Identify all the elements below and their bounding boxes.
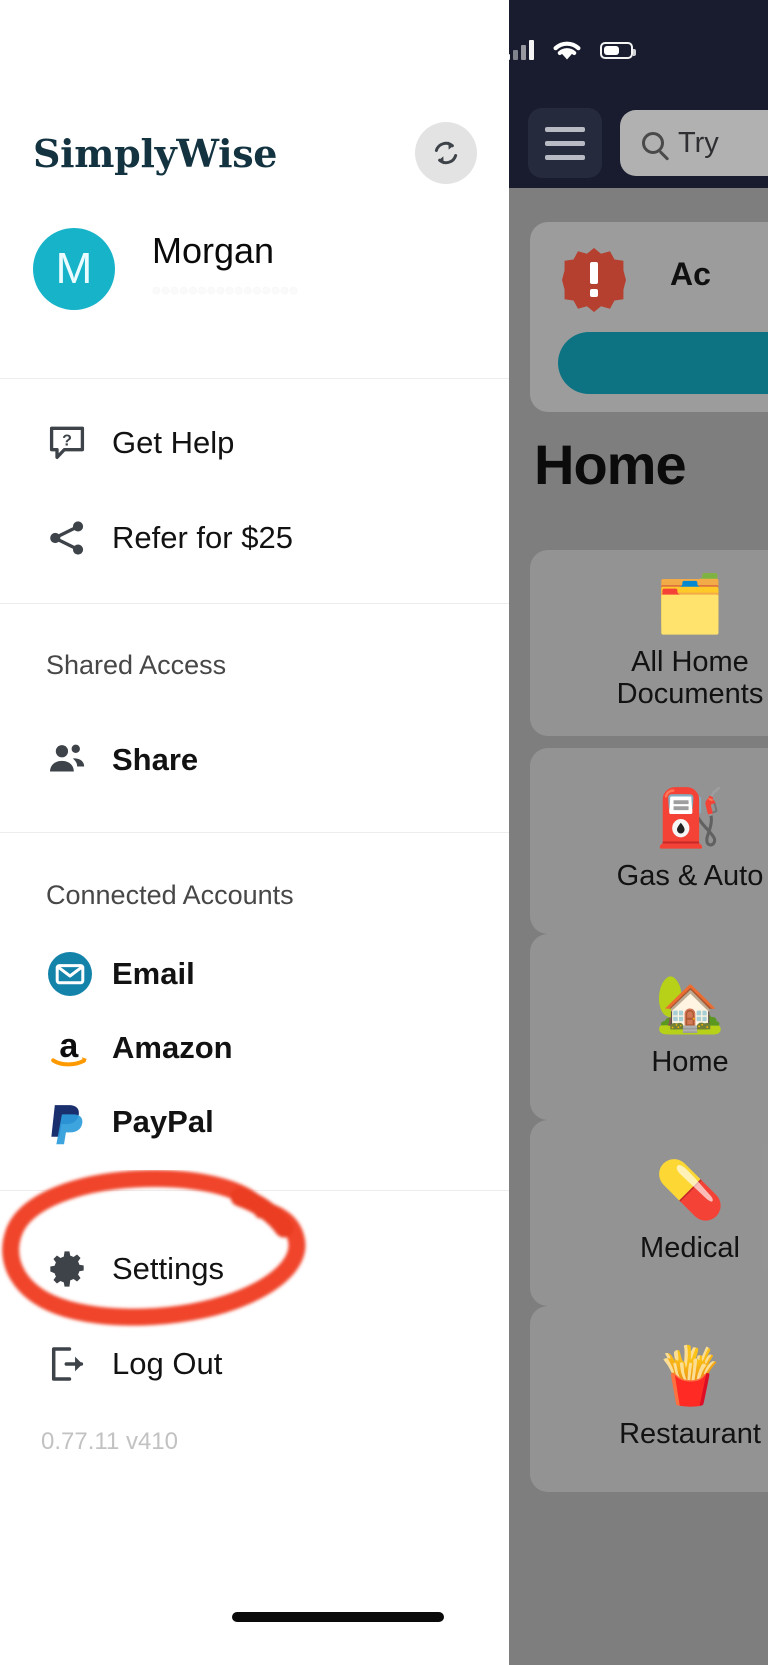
wifi-icon: [550, 37, 584, 63]
menu-label: Get Help: [112, 425, 235, 460]
paypal-logo-icon: [46, 1099, 100, 1145]
pill-bottle-icon: 💊: [655, 1157, 725, 1221]
menu-label: Refer for $25: [112, 520, 293, 555]
menu-item-share[interactable]: Share: [0, 723, 509, 797]
tile-label: Home: [651, 1045, 729, 1078]
avatar: M: [33, 228, 115, 310]
cellular-signal-icon: [505, 40, 534, 60]
battery-icon: [600, 41, 636, 59]
app-logo-title: SimplyWise: [33, 130, 278, 176]
house-icon: 🏡: [655, 971, 725, 1035]
search-input[interactable]: Try: [620, 110, 768, 176]
menu-label: PayPal: [112, 1104, 214, 1139]
menu-label: Share: [112, 742, 199, 777]
search-icon: [642, 132, 664, 154]
email-envelope-icon: [46, 950, 100, 998]
menu-item-email[interactable]: Email: [0, 937, 509, 1011]
logout-arrow-icon: [46, 1343, 100, 1385]
page-title: Home: [534, 433, 687, 496]
menu-label: Log Out: [112, 1346, 223, 1381]
menu-item-get-help[interactable]: ? Get Help: [0, 406, 509, 480]
alert-title: Ac: [670, 256, 711, 292]
alert-card[interactable]: Ac: [530, 222, 768, 412]
home-indicator: [232, 1612, 444, 1622]
svg-text:?: ?: [62, 431, 72, 449]
profile-name: Morgan: [152, 229, 275, 271]
folder-icon: 🗂️: [655, 571, 725, 635]
tile-all-home-documents[interactable]: 🗂️ All Home Documents: [530, 550, 768, 736]
tile-label: Gas & Auto: [616, 859, 764, 892]
phone-screen: Try Ac Home 🗂️ All Home Documents ⛽ Gas …: [0, 0, 768, 1665]
tile-home[interactable]: 🏡 Home: [530, 934, 768, 1120]
profile-email-redacted: ••••••••••••••••: [152, 277, 299, 306]
share-nodes-icon: [46, 517, 100, 559]
menu-item-settings[interactable]: Settings: [0, 1232, 509, 1306]
tile-label: Medical: [640, 1231, 740, 1264]
menu-item-log-out[interactable]: Log Out: [0, 1327, 509, 1401]
divider: [0, 832, 509, 833]
divider: [0, 603, 509, 604]
section-title-connected-accounts: Connected Accounts: [46, 880, 294, 910]
user-profile[interactable]: M Morgan ••••••••••••••••: [33, 228, 298, 310]
status-bar-icons: [505, 30, 685, 70]
tile-gas-auto[interactable]: ⛽ Gas & Auto: [530, 748, 768, 934]
menu-label: Settings: [112, 1251, 225, 1286]
menu-item-refer[interactable]: Refer for $25: [0, 501, 509, 575]
help-chat-icon: ?: [46, 422, 100, 464]
search-placeholder: Try: [678, 126, 719, 159]
drawer-header: SimplyWise: [33, 118, 477, 188]
alert-action-button[interactable]: [558, 332, 768, 394]
food-icon: 🍟: [655, 1343, 725, 1407]
profile-text: Morgan ••••••••••••••••: [152, 229, 299, 307]
menu-item-amazon[interactable]: a Amazon: [0, 1011, 509, 1085]
divider: [0, 378, 509, 379]
section-title-shared-access: Shared Access: [46, 650, 227, 680]
app-version: 0.77.11 v410: [41, 1428, 179, 1455]
tile-label: Restaurant: [619, 1417, 761, 1450]
svg-text:a: a: [59, 1027, 79, 1065]
menu-label: Email: [112, 956, 195, 991]
fuel-pump-icon: ⛽: [655, 785, 725, 849]
menu-label: Amazon: [112, 1030, 233, 1065]
hamburger-menu-icon[interactable]: [528, 108, 602, 178]
divider: [0, 1190, 509, 1191]
tile-label: All Home Documents: [616, 645, 764, 710]
alert-burst-icon: [562, 248, 626, 312]
navigation-drawer: SimplyWise M Morgan •••••••••••••••• ? G…: [0, 0, 509, 1665]
sync-icon[interactable]: [415, 122, 477, 184]
tile-restaurant[interactable]: 🍟 Restaurant: [530, 1306, 768, 1492]
tile-medical[interactable]: 💊 Medical: [530, 1120, 768, 1306]
people-icon: [46, 739, 100, 781]
gear-icon: [46, 1248, 100, 1290]
amazon-logo-icon: a: [46, 1024, 100, 1072]
menu-item-paypal[interactable]: PayPal: [0, 1085, 509, 1159]
